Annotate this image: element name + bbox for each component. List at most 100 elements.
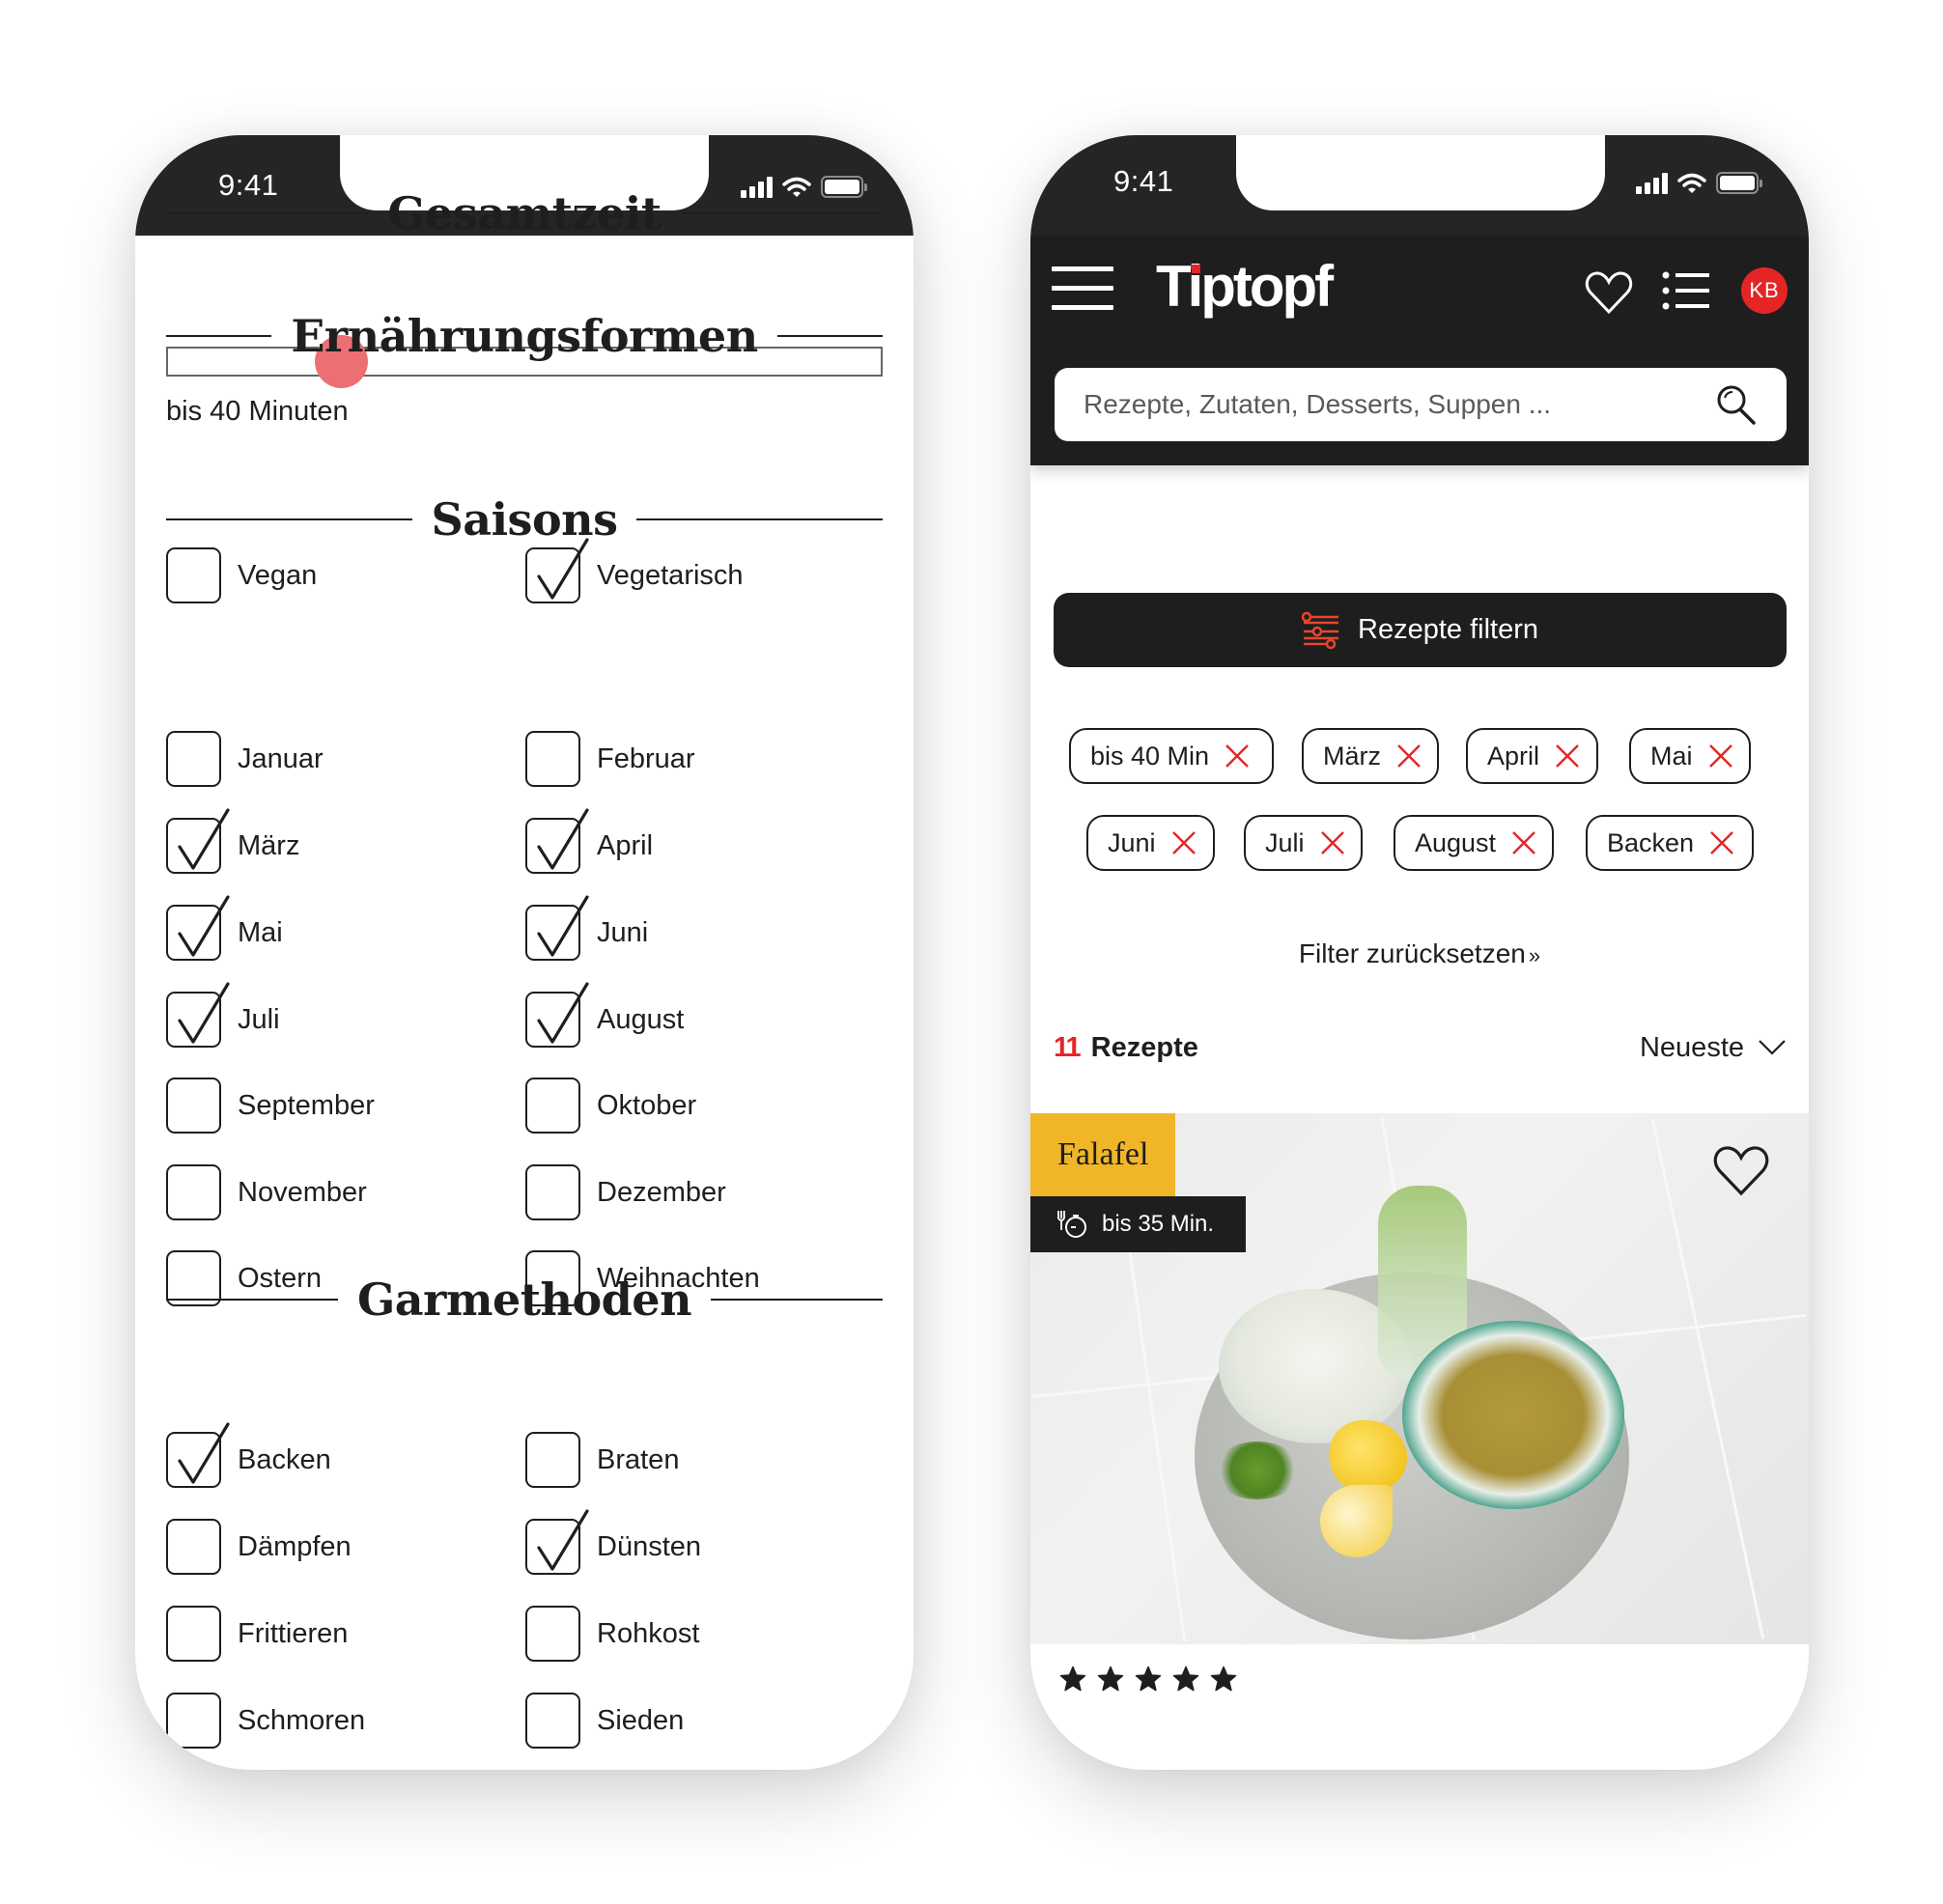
checkbox-option[interactable]: Rohkost [525, 1606, 699, 1662]
star-filled-icon [1097, 1666, 1124, 1692]
checkbox-option[interactable]: Juli [166, 982, 280, 1048]
filter-chip-label: Backen [1607, 827, 1695, 857]
checkbox-option[interactable]: Januar [166, 731, 324, 787]
filter-recipes-button[interactable]: Rezepte filtern [1054, 593, 1787, 667]
checkbox-option[interactable]: Braten [525, 1432, 679, 1488]
checkbox-label: Backen [238, 1443, 331, 1475]
user-avatar[interactable]: KB [1741, 267, 1788, 314]
checkbox-checked[interactable] [166, 895, 230, 961]
checkbox-option[interactable]: Dünsten [525, 1509, 701, 1575]
tiptopf-logo[interactable]: Tiptopf [1156, 253, 1334, 320]
remove-filter-x-icon[interactable] [1555, 743, 1580, 769]
filter-chip-label: April [1487, 741, 1540, 770]
status-time: 9:41 [1113, 164, 1174, 198]
shopping-list-icon[interactable] [1662, 270, 1710, 311]
checkbox-option[interactable]: Backen [166, 1422, 331, 1488]
checkbox-option[interactable]: Schmoren [166, 1693, 365, 1749]
remove-filter-x-icon[interactable] [1396, 743, 1422, 769]
recipe-time-tag: bis 35 Min. [1030, 1196, 1246, 1252]
checkbox-checked[interactable] [166, 1422, 230, 1488]
checkbox-row: Frittieren Rohkost [166, 1606, 883, 1662]
search-bar[interactable] [1055, 368, 1787, 441]
checkbox-option[interactable]: Oktober [525, 1078, 696, 1134]
checkbox-option[interactable]: Juni [525, 895, 648, 961]
checkbox-label: Vegan [238, 559, 318, 591]
checkbox-option[interactable]: Mai [166, 895, 283, 961]
checkbox-unchecked[interactable] [525, 1164, 580, 1220]
checkmark-icon [537, 538, 589, 600]
checkbox-checked[interactable] [525, 895, 589, 961]
checkbox-unchecked[interactable] [166, 1606, 221, 1662]
sort-dropdown[interactable]: Neueste [1640, 1032, 1787, 1064]
checkbox-unchecked[interactable] [166, 1693, 221, 1749]
star-filled-icon [1059, 1666, 1086, 1692]
results-label: Rezepte [1090, 1031, 1198, 1063]
checkbox-unchecked[interactable] [525, 1078, 580, 1134]
checkbox-unchecked[interactable] [525, 731, 580, 787]
checkbox-option[interactable]: Frittieren [166, 1606, 348, 1662]
checkbox-checked[interactable] [166, 982, 230, 1048]
favorites-heart-icon[interactable] [1585, 270, 1633, 315]
checkbox-option[interactable]: Dezember [525, 1164, 726, 1220]
search-icon[interactable] [1715, 383, 1758, 426]
checkbox-unchecked[interactable] [166, 1078, 221, 1134]
checkmark-icon [178, 895, 230, 957]
filter-chip[interactable]: März [1302, 728, 1439, 784]
checkmark-icon [178, 808, 230, 870]
remove-filter-x-icon[interactable] [1225, 743, 1250, 769]
photo-lemon-wedge [1320, 1485, 1393, 1557]
filter-chip[interactable]: Juli [1244, 815, 1363, 871]
checkbox-checked[interactable] [525, 808, 589, 874]
recipe-card-image[interactable]: Falafel bis 35 Min. [1030, 1113, 1809, 1644]
checkbox-checked[interactable] [525, 1509, 589, 1575]
checkbox-checked[interactable] [525, 538, 589, 603]
photo-herbs [1214, 1442, 1301, 1499]
filter-chip[interactable]: Juni [1086, 815, 1215, 871]
checkbox-option[interactable]: März [166, 808, 299, 874]
checkbox-unchecked[interactable] [525, 1693, 580, 1749]
checkbox-unchecked[interactable] [525, 1432, 580, 1488]
hamburger-menu-icon[interactable] [1052, 266, 1113, 311]
photo-lemon [1330, 1420, 1407, 1493]
reset-filters-link[interactable]: Filter zurücksetzen» [1030, 938, 1809, 969]
recipe-rating [1059, 1666, 1237, 1693]
filter-chip[interactable]: August [1394, 815, 1555, 871]
checkbox-option[interactable]: August [525, 982, 684, 1048]
favorite-heart-icon[interactable] [1712, 1144, 1770, 1196]
checkbox-unchecked[interactable] [166, 1519, 221, 1575]
logo-text: Tiptopf [1156, 254, 1334, 319]
filter-chip[interactable]: bis 40 Min [1069, 728, 1274, 784]
checkbox-option[interactable]: September [166, 1078, 375, 1134]
remove-filter-x-icon[interactable] [1709, 830, 1734, 855]
recipe-title-tag[interactable]: Falafel [1030, 1113, 1176, 1196]
remove-filter-x-icon[interactable] [1511, 830, 1536, 855]
checkbox-option[interactable]: Februar [525, 731, 695, 787]
remove-filter-x-icon[interactable] [1171, 830, 1197, 855]
remove-filter-x-icon[interactable] [1320, 830, 1345, 855]
filter-chip[interactable]: Mai [1629, 728, 1751, 784]
checkbox-unchecked[interactable] [166, 547, 221, 603]
checkbox-checked[interactable] [525, 982, 589, 1048]
checkbox-option[interactable]: Vegan [166, 547, 317, 603]
checkbox-checked[interactable] [166, 808, 230, 874]
checkbox-option[interactable]: Dämpfen [166, 1519, 352, 1575]
checkmark-icon [178, 1422, 230, 1484]
filter-chip[interactable]: Backen [1586, 815, 1754, 871]
checkbox-option[interactable]: Vegetarisch [525, 538, 744, 603]
filter-chip[interactable]: April [1466, 728, 1598, 784]
checkbox-unchecked[interactable] [525, 1606, 580, 1662]
checkbox-row: Schmoren Sieden [166, 1693, 883, 1749]
checkbox-unchecked[interactable] [166, 1164, 221, 1220]
filter-chip-label: Mai [1650, 741, 1693, 770]
checkbox-label: Mai [238, 916, 283, 948]
checkbox-option[interactable]: Sieden [525, 1693, 684, 1749]
checkbox-option[interactable]: April [525, 808, 653, 874]
search-input[interactable] [1084, 389, 1715, 420]
star-filled-icon [1135, 1666, 1162, 1692]
logo-red-dot [1192, 265, 1200, 273]
checkbox-label: Oktober [597, 1089, 697, 1121]
photo-falafel-bowl [1402, 1321, 1624, 1509]
checkbox-unchecked[interactable] [166, 731, 221, 787]
checkbox-option[interactable]: November [166, 1164, 367, 1220]
remove-filter-x-icon[interactable] [1708, 743, 1733, 769]
